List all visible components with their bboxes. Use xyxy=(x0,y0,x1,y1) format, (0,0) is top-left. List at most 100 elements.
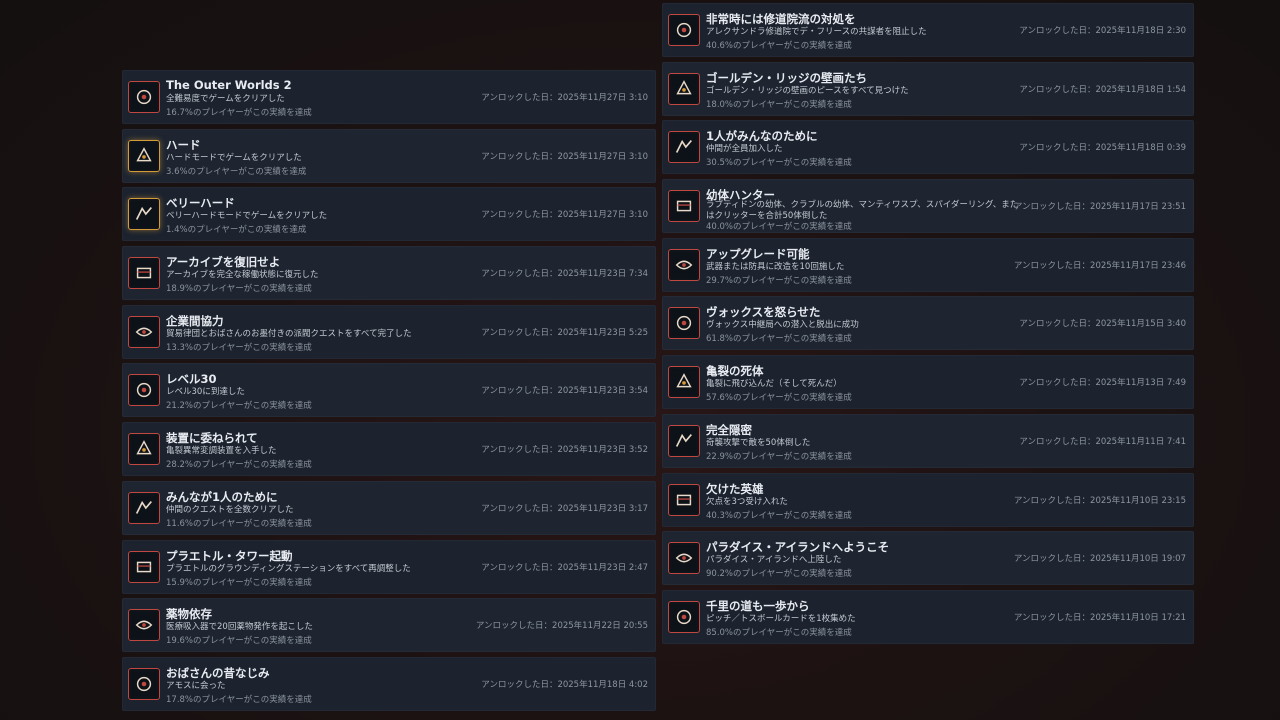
achievement-unlock-percentage: 40.6%のプレイヤーがこの実績を達成 xyxy=(706,41,852,51)
companions-icon xyxy=(128,491,160,524)
achievement-description: 欠点を3つ受け入れた xyxy=(706,496,788,507)
achievement-row[interactable]: 装置に委ねられて 亀裂異常変調装置を入手した 28.2%のプレイヤーがこの実績を達成… xyxy=(122,422,656,477)
stealth-icon xyxy=(668,424,700,457)
device-icon xyxy=(128,433,160,466)
achievement-unlock-percentage: 22.9%のプレイヤーがこの実績を達成 xyxy=(706,451,852,462)
achievement-row[interactable]: 幼体ハンター ラプティドンの幼体、クラブルの幼体、マンティワスプ、スパイダーリング… xyxy=(662,179,1194,234)
achievement-row[interactable]: おばさんの昔なじみ アモスに会った 17.8%のプレイヤーがこの実績を達成 アンロック… xyxy=(122,656,656,711)
monastery-icon xyxy=(668,14,700,46)
achievement-description: アーカイブを完全な稼働状態に復元した xyxy=(166,270,319,281)
achievement-unlock-percentage: 15.9%のプレイヤーがこの実績を達成 xyxy=(166,577,312,588)
achievement-unlock-date: アンロックした日：2025年11月22日 20:55 xyxy=(475,621,648,632)
achievement-unlock-percentage: 13.3%のプレイヤーがこの実績を達成 xyxy=(166,342,312,353)
achievement-description: 医療吸入器で20回薬物発作を起こした xyxy=(166,622,313,633)
achievement-unlock-percentage: 30.5%のプレイヤーがこの実績を達成 xyxy=(706,158,852,169)
achievement-description: 武器または防具に改造を10回施した xyxy=(706,261,845,272)
achievement-unlock-date: アンロックした日：2025年11月17日 23:51 xyxy=(1013,202,1186,213)
achievement-unlock-percentage: 18.0%のプレイヤーがこの実績を達成 xyxy=(706,99,852,110)
achievement-row[interactable]: 1人がみんなのために 仲間が全員加入した 30.5%のプレイヤーがこの実績を達成 アン… xyxy=(662,120,1194,175)
achievement-unlock-date: アンロックした日：2025年11月27日 3:10 xyxy=(481,210,648,221)
achievement-unlock-percentage: 16.7%のプレイヤーがこの実績を達成 xyxy=(166,108,312,118)
achievement-unlock-percentage: 1.4%のプレイヤーがこの実績を達成 xyxy=(166,225,307,236)
achievement-unlock-percentage: 57.6%のプレイヤーがこの実績を達成 xyxy=(706,393,852,404)
achievements-list-right: 非常時には修道院流の対処を アレクサンドラ修道院でデ・フリースの共謀者を阻止した 4… xyxy=(662,3,1194,649)
achievement-row[interactable]: パラダイス・アイランドへようこそ パラダイス・アイランドへ上陸した 90.2%のプレ… xyxy=(662,531,1194,586)
achievement-unlock-date: アンロックした日：2025年11月23日 7:34 xyxy=(481,269,648,280)
achievement-row[interactable]: The Outer Worlds 2 全難易度でゲームをクリアした 16.7%のプレ… xyxy=(122,70,656,124)
achievement-row[interactable]: アーカイブを復旧せよ アーカイブを完全な稼働状態に復元した 18.9%のプレイヤーが… xyxy=(122,246,656,301)
achievements-list-left: The Outer Worlds 2 全難易度でゲームをクリアした 16.7%のプレ… xyxy=(122,70,656,716)
achievement-row[interactable]: レベル30 レベル30に到達した 21.2%のプレイヤーがこの実績を達成 アンロックし… xyxy=(122,363,656,418)
achievement-description: ゴールデン・リッジの壁画のピースをすべて見つけた xyxy=(706,85,909,96)
explosion-icon xyxy=(668,307,700,340)
trophy-icon xyxy=(128,81,160,113)
achievement-description: 亀裂異常変調装置を入手した xyxy=(166,446,277,457)
achievement-unlock-date: アンロックした日：2025年11月23日 5:25 xyxy=(481,327,648,338)
achievement-description: 仲間が全員加入した xyxy=(706,144,783,155)
achievement-unlock-percentage: 90.2%のプレイヤーがこの実績を達成 xyxy=(706,569,852,580)
achievement-unlock-date: アンロックした日：2025年11月23日 2:47 xyxy=(481,562,648,573)
achievement-unlock-percentage: 17.8%のプレイヤーがこの実績を達成 xyxy=(166,694,312,705)
achievement-description: アモスに会った xyxy=(166,680,226,691)
achievement-unlock-date: アンロックした日：2025年11月23日 3:54 xyxy=(481,386,648,397)
achievement-description: アレクサンドラ修道院でデ・フリースの共謀者を阻止した xyxy=(706,27,927,37)
island-icon xyxy=(668,542,700,575)
card-icon xyxy=(668,600,700,633)
achievement-unlock-percentage: 28.2%のプレイヤーがこの実績を達成 xyxy=(166,460,312,471)
tower-icon xyxy=(128,550,160,583)
achievement-description: 仲間のクエストを全数クリアした xyxy=(166,504,294,515)
achievement-description: ピッチ／トスボールカードを1枚集めた xyxy=(706,613,856,624)
achievement-row[interactable]: 非常時には修道院流の対処を アレクサンドラ修道院でデ・フリースの共謀者を阻止した 4… xyxy=(662,3,1194,57)
achievement-unlock-date: アンロックした日：2025年11月27日 3:10 xyxy=(481,93,648,103)
achievement-unlock-date: アンロックした日：2025年11月11日 7:41 xyxy=(1019,436,1186,447)
hunter-icon xyxy=(668,190,700,223)
upgrade-icon xyxy=(668,248,700,281)
achievement-row[interactable]: ハード ハードモードでゲームをクリアした 3.6%のプレイヤーがこの実績を達成 アンロ… xyxy=(122,128,656,183)
achievement-description: ヴォックス中継局への潜入と脱出に成功 xyxy=(706,320,859,331)
achievement-unlock-date: アンロックした日：2025年11月18日 4:02 xyxy=(481,679,648,690)
achievement-unlock-percentage: 11.6%のプレイヤーがこの実績を達成 xyxy=(166,518,312,529)
achievement-description: 奇襲攻撃で敵を50体倒した xyxy=(706,437,811,448)
achievement-unlock-date: アンロックした日：2025年11月10日 19:07 xyxy=(1013,554,1186,565)
achievement-unlock-percentage: 21.2%のプレイヤーがこの実績を達成 xyxy=(166,401,312,412)
achievement-description: パラダイス・アイランドへ上陸した xyxy=(706,555,842,566)
achievement-row[interactable]: 亀裂の死体 亀裂に飛び込んだ（そして死んだ） 57.6%のプレイヤーがこの実績を達成… xyxy=(662,355,1194,410)
achievement-unlock-percentage: 29.7%のプレイヤーがこの実績を達成 xyxy=(706,275,852,286)
achievement-row[interactable]: 完全隠密 奇襲攻撃で敵を50体倒した 22.9%のプレイヤーがこの実績を達成 アンロッ… xyxy=(662,413,1194,468)
achievement-row[interactable]: ベリーハード ベリーハードモードでゲームをクリアした 1.4%のプレイヤーがこの実績… xyxy=(122,187,656,242)
achievement-unlock-date: アンロックした日：2025年11月15日 3:40 xyxy=(1019,319,1186,330)
achievement-unlock-percentage: 18.9%のプレイヤーがこの実績を達成 xyxy=(166,284,312,295)
achievement-row[interactable]: 千里の道も一歩から ピッチ／トスボールカードを1枚集めた 85.0%のプレイヤーがこ… xyxy=(662,589,1194,644)
achievement-description: ハードモードでゲームをクリアした xyxy=(166,152,302,163)
achievement-unlock-date: アンロックした日：2025年11月23日 3:52 xyxy=(481,445,648,456)
achievement-unlock-date: アンロックした日：2025年11月13日 7:49 xyxy=(1019,378,1186,389)
achievement-row[interactable]: アップグレード可能 武器または防具に改造を10回施した 29.7%のプレイヤーがこの… xyxy=(662,237,1194,292)
achievement-unlock-date: アンロックした日：2025年11月18日 2:30 xyxy=(1019,26,1186,36)
very-hard-mode-icon xyxy=(128,198,160,231)
achievement-description: プラエトルのグラウンディングステーションをすべて再調整した xyxy=(166,563,411,574)
achievement-unlock-date: アンロックした日：2025年11月23日 3:17 xyxy=(481,503,648,514)
achievement-row[interactable]: 欠けた英雄 欠点を3つ受け入れた 40.3%のプレイヤーがこの実績を達成 アンロックし… xyxy=(662,472,1194,527)
achievement-unlock-date: アンロックした日：2025年11月18日 0:39 xyxy=(1019,143,1186,154)
level-up-icon xyxy=(128,374,160,407)
achievement-row[interactable]: 薬物依存 医療吸入器で20回薬物発作を起こした 19.6%のプレイヤーがこの実績を達… xyxy=(122,598,656,653)
achievement-description: レベル30に到達した xyxy=(166,387,245,398)
archive-icon xyxy=(128,257,160,290)
mural-icon xyxy=(668,72,700,105)
achievement-row[interactable]: ヴォックスを怒らせた ヴォックス中継局への潜入と脱出に成功 61.8%のプレイヤーが… xyxy=(662,296,1194,351)
flawed-hero-icon xyxy=(668,483,700,516)
achievement-unlock-date: アンロックした日：2025年11月10日 23:15 xyxy=(1013,495,1186,506)
achievement-row[interactable]: 企業間協力 貿易律団とおばさんのお墨付きの派閥クエストをすべて完了した 13.3%の… xyxy=(122,304,656,359)
moon-icon xyxy=(668,131,700,164)
achievement-unlock-percentage: 40.3%のプレイヤーがこの実績を達成 xyxy=(706,510,852,521)
achievement-row[interactable]: プラエトル・タワー起動 プラエトルのグラウンディングステーションをすべて再調整した… xyxy=(122,539,656,594)
achievement-unlock-date: アンロックした日：2025年11月18日 1:54 xyxy=(1019,84,1186,95)
achievement-description: 亀裂に飛び込んだ（そして死んだ） xyxy=(706,379,842,390)
achievement-row[interactable]: ゴールデン・リッジの壁画たち ゴールデン・リッジの壁画のピースをすべて見つけた 18… xyxy=(662,61,1194,116)
achievement-unlock-percentage: 19.6%のプレイヤーがこの実績を達成 xyxy=(166,636,312,647)
achievement-unlock-date: アンロックした日：2025年11月17日 23:46 xyxy=(1013,260,1186,271)
achievement-description: ラプティドンの幼体、クラブルの幼体、マンティワスプ、スパイダーリング、またはクリ… xyxy=(706,200,1019,222)
achievement-unlock-percentage: 61.8%のプレイヤーがこの実績を達成 xyxy=(706,334,852,345)
achievement-description: 全難易度でゲームをクリアした xyxy=(166,94,285,104)
achievement-row[interactable]: みんなが1人のために 仲間のクエストを全数クリアした 11.6%のプレイヤーがこの実… xyxy=(122,480,656,535)
